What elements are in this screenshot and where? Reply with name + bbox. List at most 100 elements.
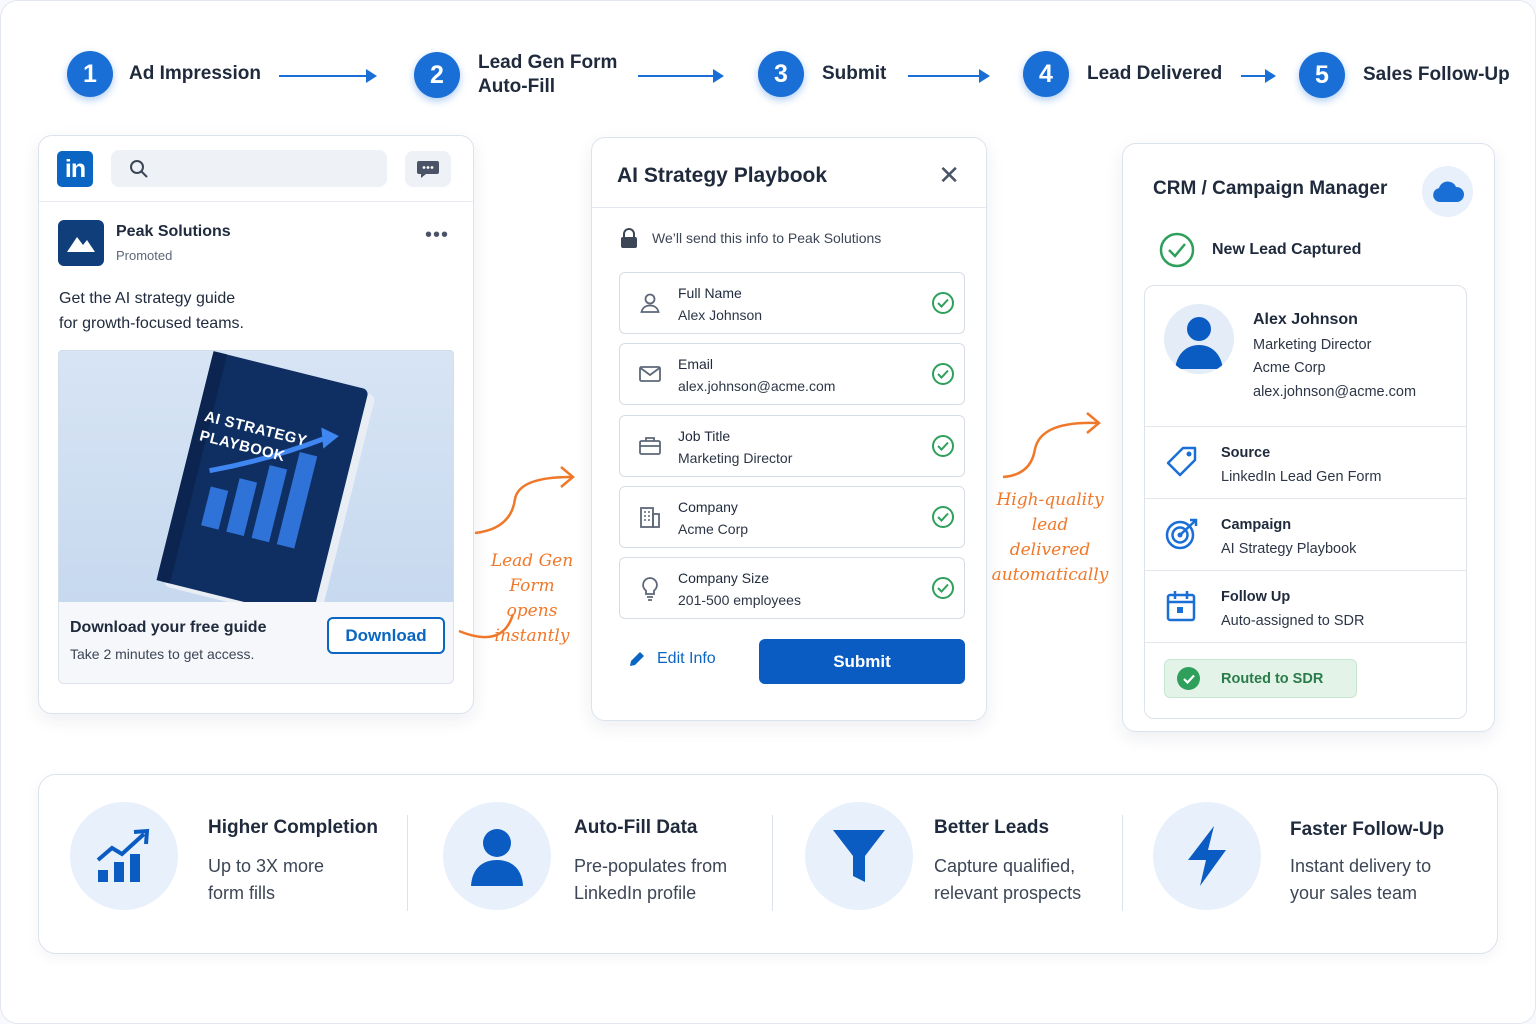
- row-label: Campaign: [1221, 517, 1292, 533]
- user-icon: [443, 802, 551, 910]
- arrow-right-icon: [908, 69, 990, 83]
- check-circle-icon: [932, 577, 954, 599]
- search-input[interactable]: [111, 150, 387, 187]
- annotation-lead-delivered: High-quality lead delivered automaticall…: [991, 490, 1109, 585]
- benefit-desc: Up to 3X more form fills: [208, 856, 325, 903]
- step-label: Lead Gen Form Auto-Fill: [478, 52, 618, 97]
- promoted-label: Promoted: [116, 248, 173, 263]
- more-icon[interactable]: •••: [425, 224, 449, 247]
- row-value: Auto-assigned to SDR: [1221, 613, 1365, 629]
- row-value: LinkedIn Lead Gen Form: [1221, 469, 1382, 485]
- crm-title: CRM / Campaign Manager: [1153, 178, 1388, 199]
- submit-button[interactable]: Submit: [759, 639, 965, 684]
- field-label: Full Name: [678, 285, 742, 301]
- lead-email: alex.johnson@acme.com: [1253, 384, 1417, 400]
- field-label: Job Title: [678, 428, 731, 444]
- step-1: 1 Ad Impression: [67, 51, 261, 97]
- benefit-desc: Pre-populates from LinkedIn profile: [574, 856, 728, 903]
- check-circle-icon: [1159, 232, 1195, 268]
- field-value: 201-500 employees: [678, 592, 801, 608]
- field-value: Acme Corp: [678, 521, 749, 537]
- ad-image[interactable]: AI STRATEGY PLAYBOOK: [58, 350, 454, 602]
- step-number: 3: [758, 51, 804, 97]
- benefit-title: Faster Follow-Up: [1290, 819, 1445, 840]
- routed-label: Routed to SDR: [1221, 670, 1324, 687]
- row-label: Follow Up: [1221, 589, 1291, 605]
- crm-row-follow-up: Follow Up Auto-assigned to SDR: [1145, 570, 1466, 642]
- divider: [592, 207, 986, 208]
- benefit-higher-completion: Higher Completion Up to 3X more form fil…: [39, 775, 409, 953]
- post-text: Get the AI strategy guide for growth-foc…: [59, 290, 244, 332]
- calendar-icon: [1166, 591, 1196, 622]
- target-icon: [1165, 518, 1198, 550]
- mail-icon: [639, 366, 661, 382]
- tag-icon: [1166, 446, 1197, 477]
- lightning-icon: [1153, 802, 1261, 910]
- email-field[interactable]: Email alex.johnson@acme.com: [619, 343, 965, 405]
- lead-name: Alex Johnson: [1253, 311, 1358, 328]
- search-icon: [130, 160, 148, 178]
- company-field[interactable]: Company Acme Corp: [619, 486, 965, 548]
- chat-icon: [417, 161, 439, 178]
- check-icon: [1177, 667, 1200, 690]
- book-illustration: [156, 351, 375, 602]
- step-label: Submit: [822, 63, 887, 84]
- pencil-icon: [630, 652, 644, 666]
- ad-cta-footer: Download your free guide Take 2 minutes …: [58, 602, 454, 684]
- linkedin-ad-card: in Peak Solutions Promoted ••• Get the A…: [38, 135, 474, 714]
- step-label: Lead Delivered: [1087, 63, 1223, 84]
- mountain-icon: [67, 237, 95, 252]
- job-title-field[interactable]: Job Title Marketing Director: [619, 415, 965, 477]
- step-number: 5: [1299, 52, 1345, 98]
- company-name[interactable]: Peak Solutions: [116, 223, 231, 241]
- check-circle-icon: [932, 435, 954, 457]
- benefit-title: Better Leads: [934, 817, 1050, 838]
- new-lead-status: New Lead Captured: [1159, 232, 1361, 268]
- edit-info-link[interactable]: Edit Info: [627, 649, 716, 669]
- curved-arrow-icon: [1002, 412, 1101, 479]
- field-value: alex.johnson@acme.com: [678, 378, 836, 394]
- field-label: Company Size: [678, 570, 770, 586]
- step-number: 2: [414, 52, 460, 98]
- cta-title: Download your free guide: [70, 619, 267, 636]
- close-icon[interactable]: ✕: [938, 162, 960, 188]
- user-icon: [1175, 317, 1223, 369]
- linkedin-logo[interactable]: in: [57, 151, 93, 187]
- arrow-right-icon: [279, 69, 377, 83]
- benefit-desc: Capture qualified, relevant prospects: [934, 856, 1082, 903]
- download-button[interactable]: Download: [327, 617, 445, 654]
- status-badge[interactable]: Routed to SDR: [1164, 659, 1357, 698]
- lead-title: Marketing Director: [1253, 337, 1372, 353]
- building-icon: [640, 507, 660, 528]
- lead-company: Acme Corp: [1253, 360, 1326, 376]
- edit-info-label: Edit Info: [657, 650, 716, 667]
- step-label: Sales Follow-Up: [1363, 64, 1510, 85]
- chart-up-icon: [70, 802, 178, 910]
- messaging-button[interactable]: [405, 151, 451, 187]
- company-size-field[interactable]: Company Size 201-500 employees: [619, 557, 965, 619]
- form-title: AI Strategy Playbook: [617, 164, 828, 187]
- field-value: Marketing Director: [678, 450, 793, 466]
- benefit-better-leads: Better Leads Capture qualified, relevant…: [772, 775, 1122, 953]
- step-number: 1: [67, 51, 113, 97]
- row-label: Source: [1221, 445, 1271, 461]
- cta-subtitle: Take 2 minutes to get access.: [70, 646, 255, 662]
- full-name-field[interactable]: Full Name Alex Johnson: [619, 272, 965, 334]
- company-logo[interactable]: [58, 220, 104, 266]
- crm-row-source: Source LinkedIn Lead Gen Form: [1145, 426, 1466, 498]
- privacy-note-text: We’ll send this info to Peak Solutions: [652, 230, 882, 246]
- check-circle-icon: [932, 292, 954, 314]
- step-4: 4 Lead Delivered: [1023, 51, 1222, 97]
- field-label: Company: [678, 499, 738, 515]
- field-value: Alex Johnson: [678, 307, 763, 323]
- arrow-right-icon: [638, 69, 724, 83]
- benefit-title: Auto-Fill Data: [574, 817, 698, 838]
- page-frame: 1 Ad Impression 2 Lead Gen Form Auto-Fil…: [0, 0, 1536, 1024]
- check-circle-icon: [932, 363, 954, 385]
- benefits-panel: Higher Completion Up to 3X more form fil…: [38, 774, 1498, 954]
- benefit-faster-follow-up: Faster Follow-Up Instant delivery to you…: [1122, 775, 1499, 953]
- arrow-right-icon: [1241, 69, 1276, 83]
- lead-record[interactable]: Alex Johnson Marketing Director Acme Cor…: [1144, 285, 1467, 719]
- new-lead-label: New Lead Captured: [1212, 241, 1362, 258]
- avatar: [1164, 304, 1234, 374]
